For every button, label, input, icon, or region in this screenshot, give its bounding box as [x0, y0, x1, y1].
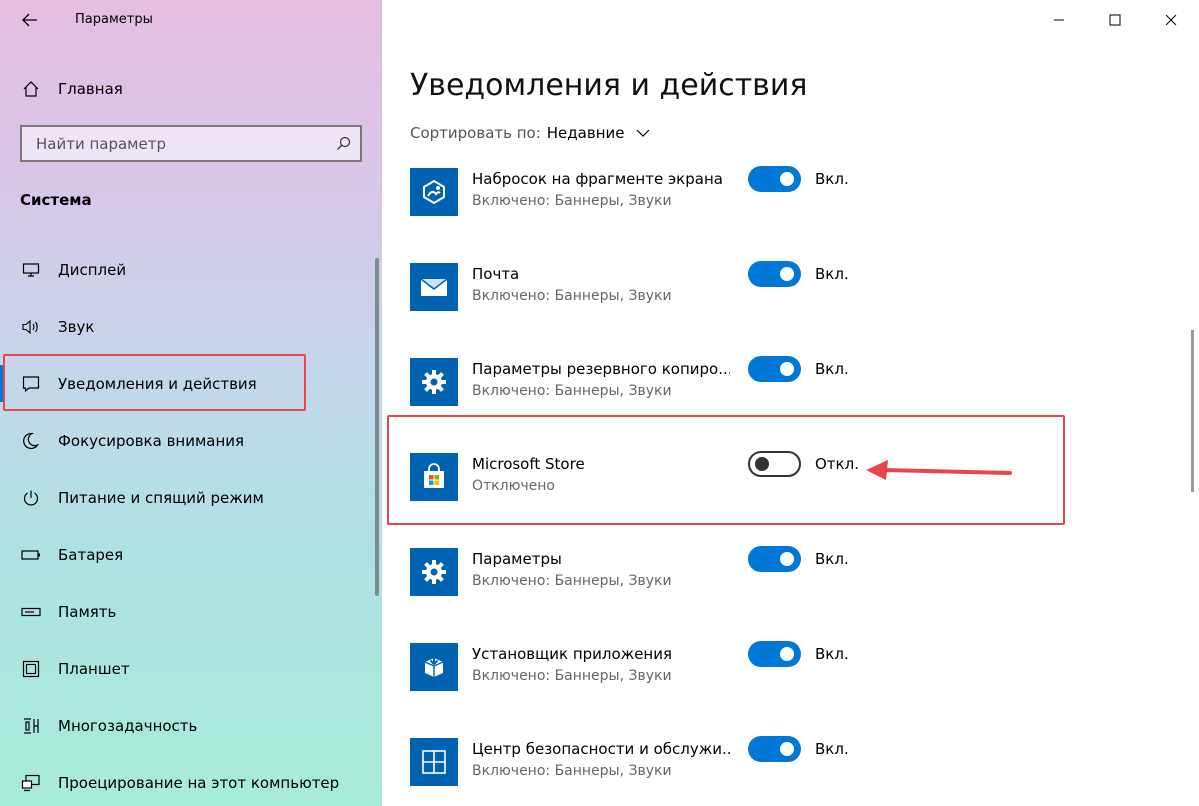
snip-sketch-icon — [410, 168, 458, 216]
mail-icon — [410, 263, 458, 311]
main-panel: Уведомления и действия Сортировать по: Н… — [382, 0, 1199, 806]
app-name: Установщик приложения — [472, 645, 673, 663]
app-status: Включено: Баннеры, Звуки — [472, 573, 672, 589]
sidebar-item-label: Память — [58, 602, 117, 621]
list-item[interactable]: Центр безопасности и обслужи... Включено… — [410, 732, 1030, 806]
toggle-knob — [780, 362, 794, 376]
moon-icon — [0, 432, 58, 450]
app-name: Параметры резервного копиро... — [472, 360, 730, 378]
notification-toggle[interactable] — [748, 261, 801, 287]
speaker-icon — [0, 319, 58, 335]
back-arrow-icon — [22, 13, 37, 27]
back-button[interactable] — [13, 5, 47, 35]
search-input[interactable] — [22, 127, 326, 160]
minimize-button[interactable] — [1031, 0, 1087, 40]
app-status: Включено: Баннеры, Звуки — [472, 383, 672, 399]
toggle-knob — [780, 552, 794, 566]
maximize-button[interactable] — [1087, 0, 1143, 40]
gear-icon — [410, 548, 458, 596]
sidebar-item-label: Звук — [58, 317, 95, 336]
app-name: Параметры — [472, 550, 562, 568]
app-status: Включено: Баннеры, Звуки — [472, 668, 672, 684]
power-icon — [0, 489, 58, 507]
sidebar-item-storage[interactable]: Память — [0, 583, 375, 640]
display-icon — [0, 262, 58, 278]
app-installer-icon — [410, 643, 458, 691]
highlight-box-sidebar — [3, 354, 306, 411]
toggle-state-label: Вкл. — [815, 360, 849, 378]
tablet-icon — [0, 660, 58, 678]
main-scrollbar[interactable] — [1191, 330, 1194, 492]
notification-toggle[interactable] — [748, 641, 801, 667]
sidebar-item-label: Питание и спящий режим — [58, 488, 264, 507]
toggle-knob — [780, 172, 794, 186]
search-box — [20, 125, 362, 162]
sidebar-item-power[interactable]: Питание и спящий режим — [0, 469, 375, 526]
gear-icon — [410, 358, 458, 406]
minimize-icon — [1054, 19, 1064, 21]
sort-control[interactable]: Сортировать по: Недавние — [410, 124, 650, 142]
annotation-arrow-icon — [866, 460, 1012, 480]
toggle-state-label: Вкл. — [815, 740, 849, 758]
list-item[interactable]: Параметры Включено: Баннеры, Звуки Вкл. — [410, 542, 1030, 637]
toggle-state-label: Вкл. — [815, 170, 849, 188]
chevron-down-icon — [637, 129, 650, 137]
sidebar-item-focus-assist[interactable]: Фокусировка внимания — [0, 412, 375, 469]
storage-icon — [0, 607, 58, 617]
sidebar-scrollbar[interactable] — [375, 258, 379, 596]
sidebar-item-label: Фокусировка внимания — [58, 431, 245, 450]
sidebar-item-label: Планшет — [58, 659, 130, 678]
app-status: Включено: Баннеры, Звуки — [472, 763, 672, 779]
sidebar-item-label: Батарея — [58, 545, 124, 564]
list-item[interactable]: Набросок на фрагменте экрана Включено: Б… — [410, 162, 1030, 257]
sidebar-item-label: Дисплей — [58, 260, 127, 279]
sidebar-item-label: Многозадачность — [58, 716, 198, 735]
app-name: Набросок на фрагменте экрана — [472, 170, 723, 188]
toggle-state-label: Вкл. — [815, 645, 849, 663]
sidebar-item-battery[interactable]: Батарея — [0, 526, 375, 583]
sidebar-item-label: Проецирование на этот компьютер — [58, 773, 340, 792]
list-item[interactable]: Почта Включено: Баннеры, Звуки Вкл. — [410, 257, 1030, 352]
home-icon — [0, 80, 58, 98]
app-name: Центр безопасности и обслужи... — [472, 740, 730, 758]
sidebar-item-label: Главная — [58, 80, 123, 98]
notification-toggle[interactable] — [748, 736, 801, 762]
list-item[interactable]: Установщик приложения Включено: Баннеры,… — [410, 637, 1030, 732]
sidebar-item-display[interactable]: Дисплей — [0, 241, 375, 298]
project-icon — [0, 774, 58, 792]
app-name: Почта — [472, 265, 520, 283]
sidebar-item-sound[interactable]: Звук — [0, 298, 375, 355]
sort-value[interactable]: Недавние — [547, 124, 625, 142]
toggle-knob — [780, 647, 794, 661]
app-title: Параметры — [75, 12, 153, 27]
multitask-icon — [0, 717, 58, 735]
app-status: Включено: Баннеры, Звуки — [472, 193, 672, 209]
notification-toggle[interactable] — [748, 546, 801, 572]
maximize-icon — [1109, 14, 1121, 26]
toggle-state-label: Вкл. — [815, 550, 849, 568]
app-status: Включено: Баннеры, Звуки — [472, 288, 672, 304]
search-icon[interactable] — [326, 136, 360, 151]
sidebar-item-tablet[interactable]: Планшет — [0, 640, 375, 697]
page-title: Уведомления и действия — [410, 68, 808, 103]
sidebar-nav: Дисплей Звук Уведомления и действия Фоку… — [0, 241, 375, 806]
sort-label: Сортировать по: — [410, 124, 541, 142]
toggle-knob — [780, 267, 794, 281]
notification-toggle[interactable] — [748, 166, 801, 192]
sidebar-item-projecting[interactable]: Проецирование на этот компьютер — [0, 754, 375, 806]
notification-toggle[interactable] — [748, 356, 801, 382]
sidebar-item-multitasking[interactable]: Многозадачность — [0, 697, 375, 754]
toggle-state-label: Вкл. — [815, 265, 849, 283]
close-icon — [1165, 14, 1177, 26]
battery-icon — [0, 549, 58, 561]
close-button[interactable] — [1143, 0, 1199, 40]
section-title: Система — [20, 191, 92, 209]
toggle-knob — [780, 742, 794, 756]
sidebar-item-home[interactable]: Главная — [0, 70, 380, 108]
security-center-icon — [410, 738, 458, 786]
window-controls — [1031, 0, 1199, 40]
